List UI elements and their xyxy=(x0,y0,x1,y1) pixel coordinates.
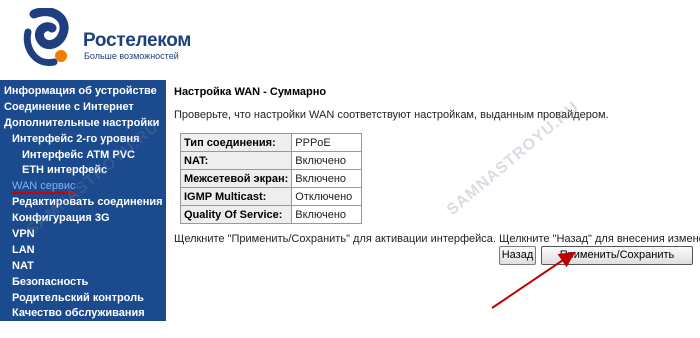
summary-value: PPPoE xyxy=(291,133,363,152)
sidebar-item-13[interactable]: Родительский контроль xyxy=(0,291,166,307)
sidebar-item-label: Соединение с Интернет xyxy=(4,100,134,113)
sidebar-item-15[interactable]: Маршрутизация xyxy=(0,322,166,338)
sidebar-item-label: ETH интерфейс xyxy=(22,164,108,177)
sidebar-item-12[interactable]: Безопасность xyxy=(0,275,166,291)
header: Ростелеком Больше возможностей xyxy=(0,0,700,80)
main-content: Настройка WAN - Суммарно Проверьте, что … xyxy=(174,80,700,321)
rostelecom-logo: Ростелеком Больше возможностей xyxy=(20,7,191,68)
sidebar-item-label: NAT xyxy=(12,259,34,272)
brand-slogan: Больше возможностей xyxy=(84,51,179,61)
sidebar-item-label: Конфигурация 3G xyxy=(12,212,110,225)
sidebar-item-1[interactable]: Соединение с Интернет xyxy=(0,100,166,116)
sidebar-item-label: Редактировать соединения xyxy=(12,196,163,209)
sidebar-nav: Информация об устройстве Соединение с Инт… xyxy=(0,80,166,338)
sidebar-item-label: Родительский контроль xyxy=(12,291,144,304)
sidebar-item-label: Безопасность xyxy=(12,275,89,288)
summary-key: IGMP Multicast: xyxy=(179,187,293,206)
sidebar-item-2[interactable]: Дополнительные настройки xyxy=(0,116,166,132)
sidebar-item-label: VPN xyxy=(12,228,35,241)
logo-swirl-icon xyxy=(23,7,69,67)
sidebar-item-label: WAN сервис xyxy=(12,180,76,195)
page-description: Проверьте, что настройки WAN соответству… xyxy=(174,109,609,121)
wan-summary-table: Тип соединения: PPPoE NAT: Включено Межсетев… xyxy=(179,133,363,224)
sidebar-item-10[interactable]: LAN xyxy=(0,243,166,259)
table-row: Quality Of Service: Включено xyxy=(179,205,363,224)
summary-value: Отключено xyxy=(291,187,363,206)
sidebar-item-0[interactable]: Информация об устройстве xyxy=(0,84,166,100)
brand-name: Ростелеком xyxy=(83,30,192,51)
page-title: Настройка WAN - Суммарно xyxy=(174,86,327,98)
sidebar-item-11[interactable]: NAT xyxy=(0,259,166,275)
sidebar-item-9[interactable]: VPN xyxy=(0,227,166,243)
summary-value: Включено xyxy=(291,151,363,170)
sidebar-item-7[interactable]: Редактировать соединения xyxy=(0,195,166,211)
summary-key: Тип соединения: xyxy=(179,133,293,152)
back-button[interactable]: Назад xyxy=(499,246,536,265)
sidebar-item-3[interactable]: Интерфейс 2-го уровня xyxy=(0,132,166,148)
apply-save-button[interactable]: Применить/Сохранить xyxy=(541,246,693,265)
summary-key: NAT: xyxy=(179,151,293,170)
apply-hint-text: Щелкните "Применить/Сохранить" для актив… xyxy=(174,233,700,245)
sidebar-item-label: Интерфейс ATM PVC xyxy=(22,148,135,161)
table-row: IGMP Multicast: Отключено xyxy=(179,187,363,206)
sidebar-item-label: Интерфейс 2-го уровня xyxy=(12,132,140,145)
sidebar-item-6[interactable]: WAN сервис xyxy=(0,179,166,195)
sidebar-item-5[interactable]: ETH интерфейс xyxy=(0,163,166,179)
sidebar-item-label: Маршрутизация xyxy=(12,323,100,336)
sidebar-item-8[interactable]: Конфигурация 3G xyxy=(0,211,166,227)
sidebar-item-label: Качество обслуживания xyxy=(12,307,145,320)
sidebar-item-4[interactable]: Интерфейс ATM PVC xyxy=(0,148,166,164)
table-row: Тип соединения: PPPoE xyxy=(179,133,363,152)
sidebar: Информация об устройстве Соединение с Инт… xyxy=(0,80,166,335)
sidebar-item-label: Дополнительные настройки xyxy=(4,116,160,129)
sidebar-item-label: Информация об устройстве xyxy=(4,85,157,97)
table-row: NAT: Включено xyxy=(179,151,363,170)
summary-key: Quality Of Service: xyxy=(179,205,293,224)
table-row: Межсетевой экран: Включено xyxy=(179,169,363,188)
summary-value: Включено xyxy=(291,205,363,224)
summary-value: Включено xyxy=(291,169,363,188)
sidebar-item-14[interactable]: Качество обслуживания xyxy=(0,306,166,322)
summary-key: Межсетевой экран: xyxy=(179,169,293,188)
sidebar-item-label: LAN xyxy=(12,243,35,256)
